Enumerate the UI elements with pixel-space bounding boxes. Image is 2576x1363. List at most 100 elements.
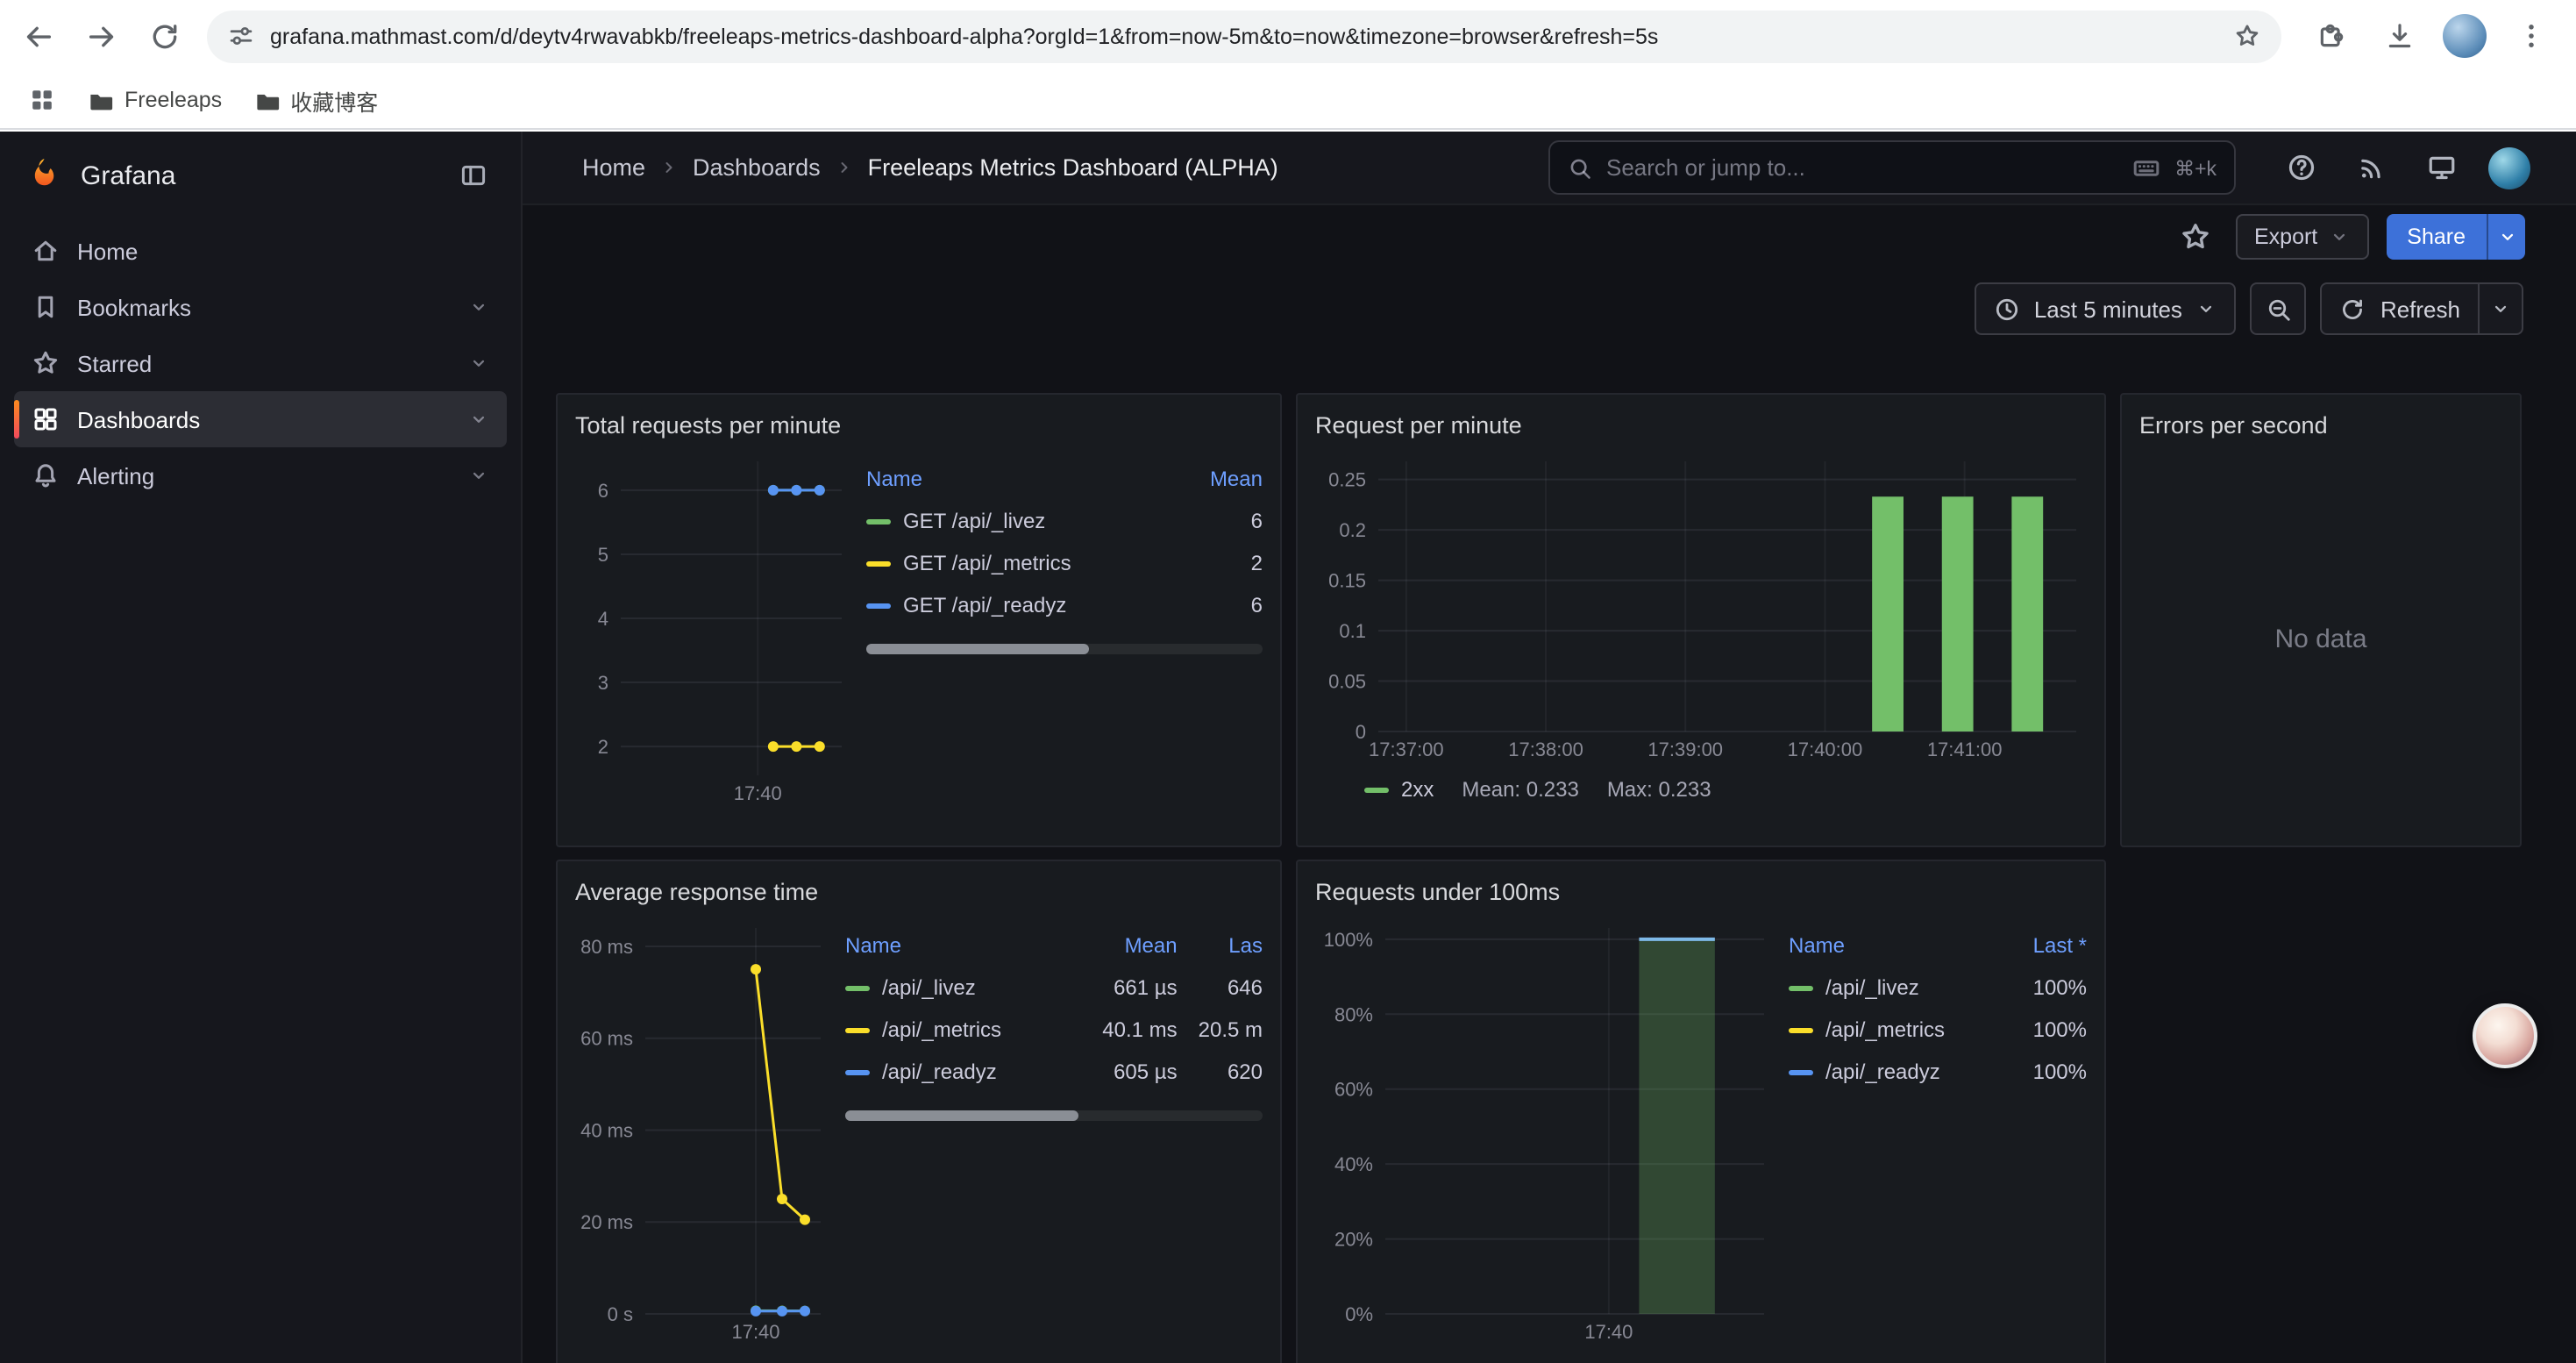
profile-avatar[interactable] bbox=[2443, 14, 2487, 58]
bookmark-item[interactable]: 收藏博客 bbox=[253, 83, 378, 117]
zoom-out-icon bbox=[2266, 296, 2292, 322]
chart[interactable]: 100%80%60%40%20%0%17:40 bbox=[1315, 914, 1775, 1345]
panel-title[interactable]: Average response time bbox=[575, 872, 1263, 914]
reload-icon bbox=[149, 20, 181, 52]
bookmark-icon bbox=[32, 293, 60, 321]
svg-text:17:37:00: 17:37:00 bbox=[1369, 739, 1444, 760]
legend-header-last[interactable]: Last * bbox=[2033, 924, 2087, 967]
scrollbar-thumb[interactable] bbox=[845, 1110, 1079, 1121]
chart-area[interactable]: 100%80%60%40%20%0%17:40 bbox=[1315, 914, 1775, 1345]
chevron-down-icon[interactable] bbox=[468, 296, 489, 318]
legend-header-las[interactable]: Las bbox=[1199, 924, 1263, 967]
panel-title[interactable]: Requests under 100ms bbox=[1315, 872, 2087, 914]
collapse-sidebar-button[interactable] bbox=[451, 153, 496, 198]
chart-area[interactable]: 6543217:40 bbox=[575, 447, 852, 807]
search-input[interactable] bbox=[1606, 154, 2118, 181]
legend-header-name[interactable]: Name bbox=[1789, 924, 2012, 967]
legend-label[interactable]: /api/_livez bbox=[1789, 967, 2012, 1009]
legend-header-mean[interactable]: Mean bbox=[1102, 924, 1177, 967]
chevron-down-icon[interactable] bbox=[468, 353, 489, 374]
panel-title[interactable]: Request per minute bbox=[1315, 405, 2087, 447]
series-color-dash bbox=[866, 603, 891, 608]
sidebar-item-bookmarks[interactable]: Bookmarks bbox=[14, 279, 507, 335]
legend-header-mean[interactable]: Mean bbox=[1210, 458, 1263, 500]
legend-label[interactable]: /api/_readyz bbox=[845, 1051, 1081, 1093]
series-name: 2xx bbox=[1401, 777, 1434, 802]
bookmark-star-icon[interactable] bbox=[2234, 23, 2260, 49]
user-avatar[interactable] bbox=[2488, 146, 2530, 189]
breadcrumb-item[interactable]: Dashboards bbox=[693, 154, 821, 181]
chevron-down-icon[interactable] bbox=[468, 465, 489, 486]
chart[interactable]: 6543217:40 bbox=[575, 447, 852, 807]
dashboard-canvas: Total requests per minute6543217:40 Name M… bbox=[523, 349, 2576, 1363]
legend-label[interactable]: GET /api/_metrics bbox=[866, 542, 1189, 584]
keyboard-icon bbox=[2132, 153, 2160, 182]
export-button[interactable]: Export bbox=[2235, 214, 2368, 260]
time-controls: Last 5 minutes Refresh bbox=[523, 268, 2576, 349]
svg-text:100%: 100% bbox=[1324, 929, 1373, 951]
url-text[interactable]: grafana.mathmast.com/d/deytv4rwavabkb/fr… bbox=[270, 24, 2218, 48]
panel-title[interactable]: Total requests per minute bbox=[575, 405, 1263, 447]
share-button[interactable]: Share bbox=[2386, 214, 2487, 260]
grafana-app: Grafana HomeBookmarksStarredDashboardsAl… bbox=[0, 132, 2576, 1363]
svg-text:80 ms: 80 ms bbox=[580, 936, 633, 958]
extensions-button[interactable] bbox=[2306, 11, 2355, 61]
assistant-avatar[interactable] bbox=[2473, 1003, 2537, 1068]
apps-grid-icon[interactable] bbox=[28, 86, 56, 114]
legend-value: 20.5 m bbox=[1199, 1009, 1263, 1051]
legend-label[interactable]: /api/_metrics bbox=[845, 1009, 1081, 1051]
legend-label[interactable]: GET /api/_readyz bbox=[866, 584, 1189, 626]
refresh-label: Refresh bbox=[2380, 296, 2460, 322]
legend-value: 100% bbox=[2033, 1051, 2087, 1093]
share-menu-button[interactable] bbox=[2487, 214, 2525, 260]
time-range-picker[interactable]: Last 5 minutes bbox=[1975, 282, 2237, 335]
legend-label[interactable]: 2xx bbox=[1364, 777, 1434, 802]
panel-title[interactable]: Errors per second bbox=[2139, 405, 2502, 447]
legend-value: 100% bbox=[2033, 967, 2087, 1009]
omnibox[interactable]: grafana.mathmast.com/d/deytv4rwavabkb/fr… bbox=[207, 10, 2281, 62]
series-color-dash bbox=[1789, 1027, 1813, 1032]
svg-text:5: 5 bbox=[598, 544, 608, 566]
back-arrow-button[interactable] bbox=[14, 11, 63, 61]
chart-area[interactable]: 0.250.20.150.10.05017:37:0017:38:0017:39… bbox=[1315, 447, 2087, 763]
legend-scrollbar[interactable] bbox=[866, 644, 1263, 654]
search-box[interactable]: ⌘+k bbox=[1548, 140, 2236, 195]
help-icon bbox=[2286, 153, 2316, 182]
chart[interactable]: 0.250.20.150.10.05017:37:0017:38:0017:39… bbox=[1315, 447, 2087, 763]
sidebar-item-alerting[interactable]: Alerting bbox=[14, 447, 507, 503]
legend-header-name[interactable]: Name bbox=[866, 458, 1189, 500]
refresh-interval-button[interactable] bbox=[2480, 282, 2523, 335]
svg-text:40%: 40% bbox=[1334, 1153, 1373, 1175]
legend-label[interactable]: GET /api/_livez bbox=[866, 500, 1189, 542]
reload-button[interactable] bbox=[140, 11, 189, 61]
sidebar-item-dashboards[interactable]: Dashboards bbox=[14, 391, 507, 447]
kebab-menu-button[interactable] bbox=[2506, 11, 2555, 61]
grafana-logo[interactable] bbox=[25, 156, 63, 195]
chart-area[interactable]: 80 ms60 ms40 ms20 ms0 s17:40 bbox=[575, 914, 831, 1345]
legend-label[interactable]: /api/_readyz bbox=[1789, 1051, 2012, 1093]
legend-header-name[interactable]: Name bbox=[845, 924, 1081, 967]
chevron-down-icon[interactable] bbox=[468, 409, 489, 430]
tune-icon[interactable] bbox=[228, 23, 254, 49]
legend-label[interactable]: /api/_livez bbox=[845, 967, 1081, 1009]
monitor-button[interactable] bbox=[2418, 145, 2464, 190]
chart[interactable]: 80 ms60 ms40 ms20 ms0 s17:40 bbox=[575, 914, 831, 1345]
rss-button[interactable] bbox=[2348, 145, 2394, 190]
favorite-dashboard-button[interactable] bbox=[2172, 214, 2217, 260]
scrollbar-thumb[interactable] bbox=[866, 644, 1088, 654]
series-name: GET /api/_readyz bbox=[903, 593, 1066, 617]
legend-label[interactable]: /api/_metrics bbox=[1789, 1009, 2012, 1051]
forward-arrow-button[interactable] bbox=[77, 11, 126, 61]
help-button[interactable] bbox=[2278, 145, 2323, 190]
breadcrumb-item[interactable]: Home bbox=[582, 154, 645, 181]
sidebar-item-home[interactable]: Home bbox=[14, 223, 507, 279]
panel-body: 6543217:40NameMeanGET /api/_livez6GET /a… bbox=[575, 447, 1263, 831]
download-button[interactable] bbox=[2374, 11, 2423, 61]
series-color-dash bbox=[845, 1069, 870, 1074]
sidebar-item-starred[interactable]: Starred bbox=[14, 335, 507, 391]
refresh-button[interactable]: Refresh bbox=[2321, 282, 2480, 335]
legend-scrollbar[interactable] bbox=[845, 1110, 1263, 1121]
bookmark-item[interactable]: Freeleaps bbox=[88, 87, 222, 113]
refresh-button-group: Refresh bbox=[2321, 282, 2523, 335]
zoom-out-button[interactable] bbox=[2251, 282, 2307, 335]
